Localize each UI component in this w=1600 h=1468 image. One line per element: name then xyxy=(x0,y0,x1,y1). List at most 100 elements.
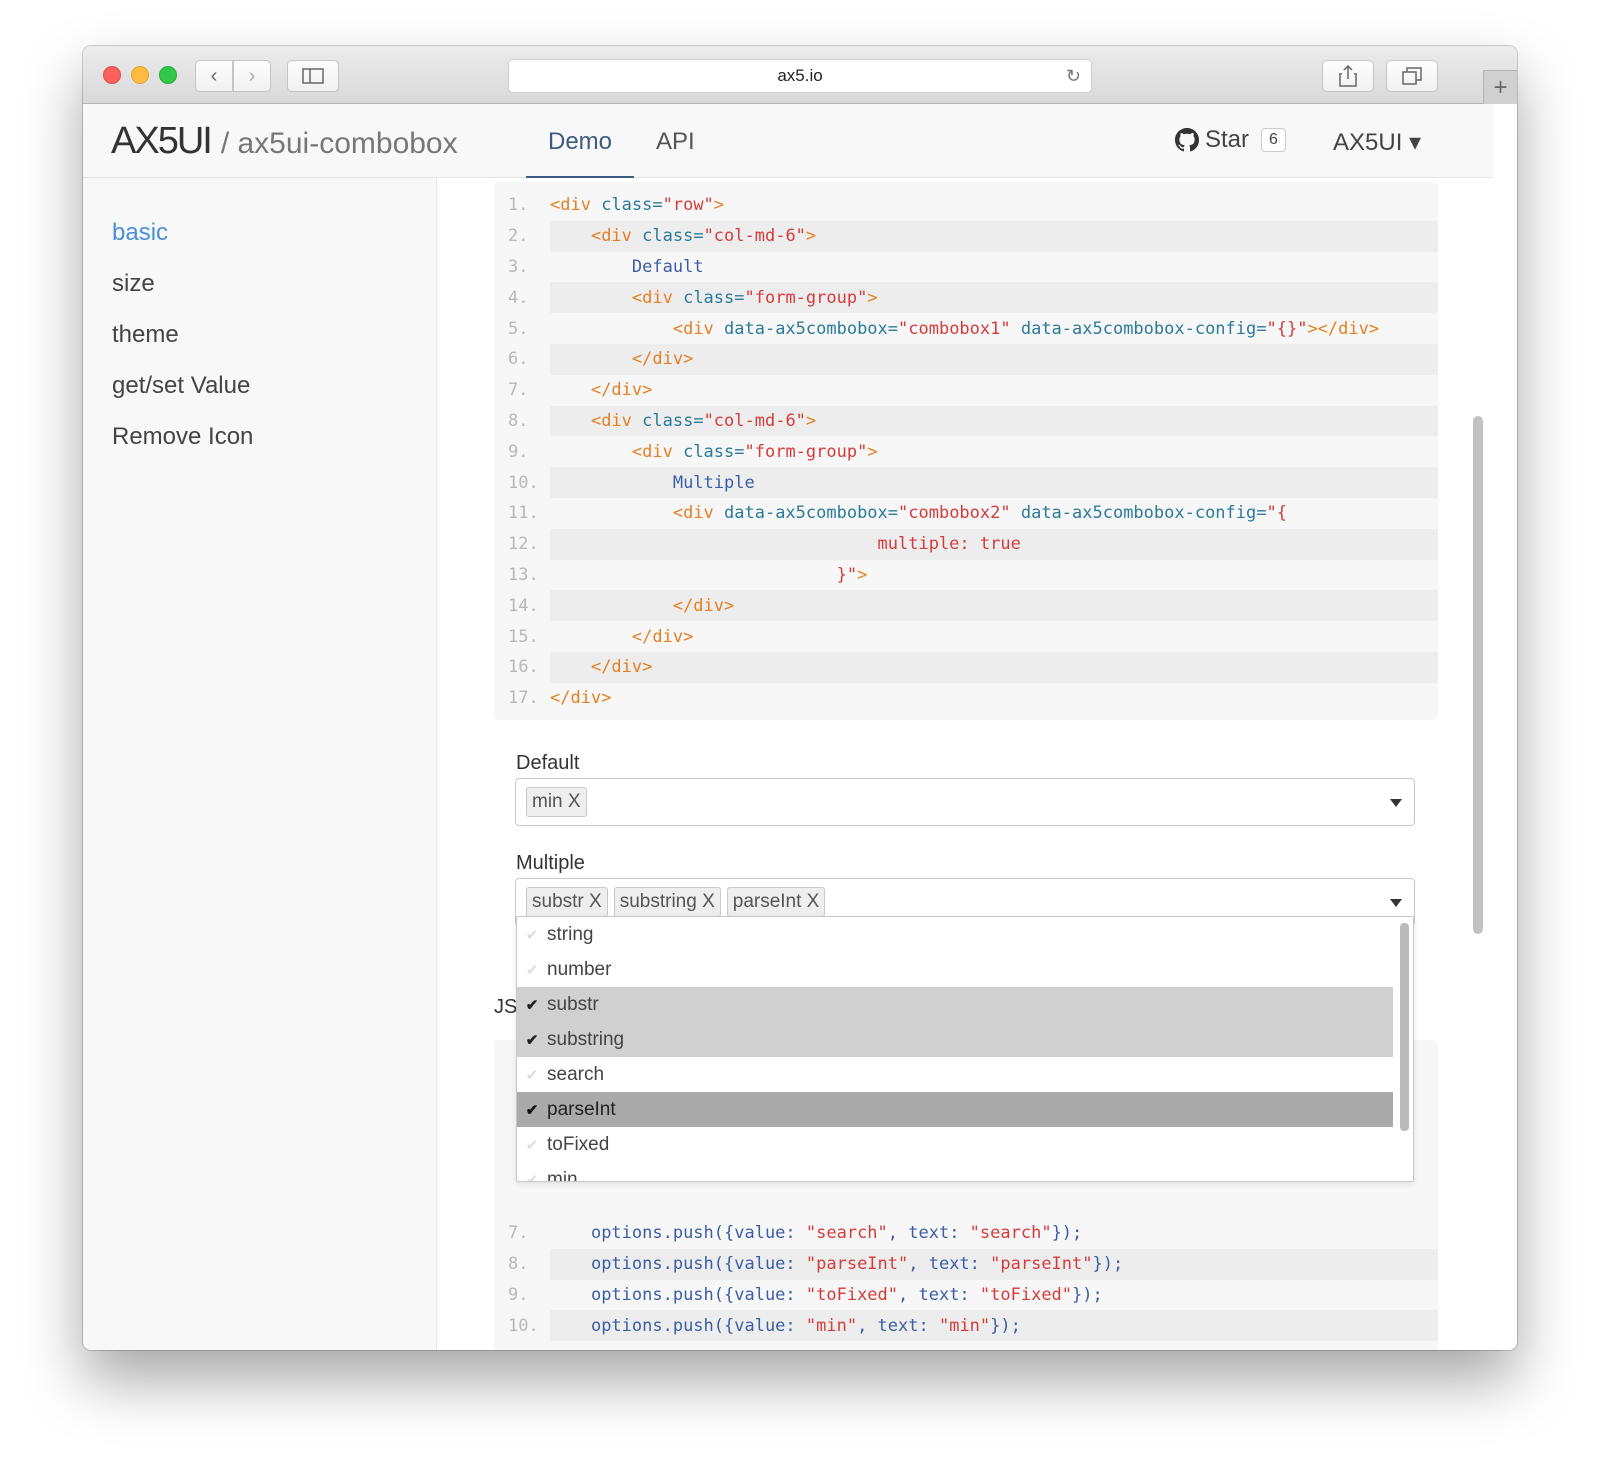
site-navbar: AX5UI / ax5ui-combobox Demo API Star 6 A… xyxy=(83,104,1493,178)
line-number: 14. xyxy=(508,595,539,616)
sidebar-item-get-set-value[interactable]: get/set Value xyxy=(112,372,250,400)
option-label: min xyxy=(547,1168,578,1182)
dropdown-option[interactable]: ✔ search xyxy=(517,1057,1393,1092)
sidebar-item-remove-icon[interactable]: Remove Icon xyxy=(112,423,253,451)
line-number: 7. xyxy=(508,1223,529,1244)
line-number: 4. xyxy=(508,287,529,308)
default-label: Default xyxy=(516,752,580,774)
code-text: <div data-ax5combobox= "combobox1" data-a… xyxy=(672,318,1380,339)
chevron-right-icon: › xyxy=(248,64,256,87)
sidebar-toggle-button[interactable] xyxy=(287,60,339,92)
dropdown-option[interactable]: ✔ parseInt xyxy=(517,1092,1393,1127)
code-line: 10. Multiple xyxy=(494,467,1438,498)
code-text: options.push({value: "min", text: "min"}… xyxy=(550,1310,1438,1342)
line-number: 12. xyxy=(508,534,539,555)
code-text: options.push({value: "toFixed", text: "t… xyxy=(590,1284,1103,1305)
option-label: substr xyxy=(547,993,599,1015)
selected-chip[interactable]: min X xyxy=(526,787,587,817)
line-number: 9. xyxy=(508,441,529,462)
check-icon: ✔ xyxy=(525,1031,539,1049)
code-line: 17. </div> xyxy=(494,683,1438,714)
reload-icon[interactable]: ↻ xyxy=(1066,66,1081,87)
dropdown-option[interactable]: ✔ string xyxy=(517,917,1393,952)
share-icon xyxy=(1339,65,1357,87)
options-list: ✔ string ✔ number ✔ substr ✔ substring ✔ search ✔ p… xyxy=(517,917,1413,1182)
sidebar-item-size[interactable]: size xyxy=(112,270,155,298)
minimize-window-button[interactable] xyxy=(131,66,149,84)
selected-chip[interactable]: parseInt X xyxy=(726,887,826,917)
github-icon xyxy=(1175,128,1199,152)
code-text: Multiple xyxy=(550,467,1438,498)
tabs-icon xyxy=(1402,67,1422,85)
site-logo[interactable]: AX5UI / ax5ui-combobox xyxy=(111,120,458,163)
ax5ui-dropdown-menu[interactable]: AX5UI ▾ xyxy=(1333,128,1421,157)
code-line: 1. <div class= "row" > xyxy=(494,190,1438,221)
sidebar-item-theme[interactable]: theme xyxy=(112,321,179,349)
default-combobox[interactable]: min X xyxy=(515,778,1415,826)
code-text: <div class= "form-group" > xyxy=(550,282,1438,314)
browser-toolbar: ‹ › ax5.io ↻ + xyxy=(83,46,1517,104)
dropdown-option[interactable]: ✔ number xyxy=(517,952,1393,987)
code-line: 10. options.push({value: "min", text: "m… xyxy=(494,1310,1438,1342)
dropdown-option[interactable]: ✔ toFixed xyxy=(517,1127,1393,1162)
code-line: 4. <div class= "form-group" > xyxy=(494,282,1438,314)
page-scrollbar-track xyxy=(1493,178,1517,1350)
line-number: 7. xyxy=(508,380,529,401)
star-count: 6 xyxy=(1261,128,1286,152)
address-bar[interactable]: ax5.io ↻ xyxy=(508,59,1092,93)
sidebar: basic size theme get/set Value Remove Ic… xyxy=(83,178,437,1350)
close-window-button[interactable] xyxy=(103,66,121,84)
selected-chip[interactable]: substr X xyxy=(526,887,608,917)
check-icon: ✔ xyxy=(525,1171,539,1182)
new-tab-button[interactable]: + xyxy=(1483,70,1517,104)
caret-down-icon[interactable] xyxy=(1390,899,1402,907)
dropdown-scrollbar[interactable] xyxy=(1400,923,1409,1131)
nav-demo[interactable]: Demo xyxy=(548,128,612,156)
selected-chip[interactable]: substring X xyxy=(613,887,721,917)
code-line: 2. <div class= "col-md-6" > xyxy=(494,220,1438,252)
option-label: parseInt xyxy=(547,1098,616,1120)
code-text: options.push({value: "search", text: "se… xyxy=(590,1223,1083,1244)
page-scrollbar-thumb[interactable] xyxy=(1473,416,1483,934)
line-number: 10. xyxy=(508,1315,539,1336)
star-label: Star xyxy=(1205,126,1250,153)
forward-button[interactable]: › xyxy=(233,60,271,92)
code-text: <div class= "row" > xyxy=(550,195,725,216)
main-content: 1. <div class= "row" > 2. <div class= "col-md… xyxy=(437,178,1493,1350)
dropdown-option[interactable]: ✔ substring xyxy=(517,1022,1393,1057)
line-number: 13. xyxy=(508,564,539,585)
zoom-window-button[interactable] xyxy=(159,66,177,84)
back-button[interactable]: ‹ xyxy=(195,60,233,92)
dropdown-option[interactable]: ✔ substr xyxy=(517,987,1393,1022)
sidebar-item-basic[interactable]: basic xyxy=(112,219,168,247)
code-text: </div> xyxy=(550,343,1438,375)
option-label: search xyxy=(547,1063,605,1085)
chevron-left-icon: ‹ xyxy=(210,64,218,87)
logo-mark: AX5UI xyxy=(111,120,213,162)
code-line: 13. }" > xyxy=(494,560,1438,591)
line-number: 16. xyxy=(508,657,539,678)
check-icon: ✔ xyxy=(525,1136,539,1154)
code-text: Default xyxy=(631,256,704,277)
github-star-button[interactable]: Star 6 xyxy=(1175,126,1286,154)
tabs-overview-button[interactable] xyxy=(1386,60,1438,92)
option-label: toFixed xyxy=(547,1133,610,1155)
nav-api[interactable]: API xyxy=(656,128,695,156)
dropdown-option[interactable]: ✔ min xyxy=(517,1162,1393,1182)
line-number: 6. xyxy=(508,349,529,370)
line-number: 8. xyxy=(508,410,529,431)
js-code-lines: 7. options.push({value: "search", text: … xyxy=(494,1218,1438,1342)
code-line: 6. </div> xyxy=(494,343,1438,375)
check-icon: ✔ xyxy=(525,1101,539,1119)
code-text: <div class= "col-md-6" > xyxy=(550,220,1438,252)
code-line: 8. <div class= "col-md-6" > xyxy=(494,405,1438,437)
caret-down-icon[interactable] xyxy=(1390,799,1402,807)
plus-icon: + xyxy=(1493,73,1508,101)
code-line: 7. </div> xyxy=(494,375,1438,406)
line-number: 2. xyxy=(508,226,529,247)
html-code-block: 1. <div class= "row" > 2. <div class= "col-md… xyxy=(494,182,1438,720)
code-text: }" > xyxy=(836,564,868,585)
share-button[interactable] xyxy=(1322,60,1374,92)
logo-subtitle: / ax5ui-combobox xyxy=(220,127,458,160)
multiple-label: Multiple xyxy=(516,852,585,874)
